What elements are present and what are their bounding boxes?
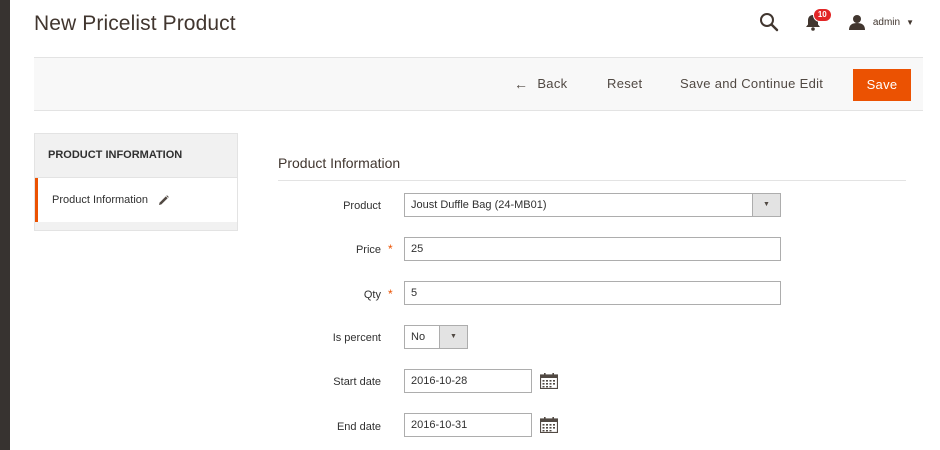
qty-input[interactable] bbox=[404, 281, 781, 305]
save-and-continue-button[interactable]: Save and Continue Edit bbox=[680, 58, 823, 110]
user-name: admin bbox=[872, 16, 901, 28]
start-date-input[interactable] bbox=[404, 369, 532, 393]
required-asterisk: * bbox=[388, 242, 393, 256]
back-button-label: Back bbox=[537, 76, 568, 91]
tabs-title: PRODUCT INFORMATION bbox=[35, 133, 237, 178]
end-date-label: End date bbox=[336, 421, 381, 433]
pencil-icon bbox=[159, 194, 169, 205]
search-icon[interactable] bbox=[759, 12, 779, 32]
tab-label: Product Information bbox=[52, 194, 148, 206]
section-title: Product Information bbox=[278, 155, 401, 171]
page-actions-toolbar: ← Back Reset Save and Continue Edit Save bbox=[34, 57, 923, 111]
chevron-down-icon: ▼ bbox=[439, 326, 467, 348]
user-menu[interactable]: admin ▼ bbox=[848, 14, 914, 30]
reset-button[interactable]: Reset bbox=[607, 58, 642, 110]
tabs-panel: PRODUCT INFORMATION Product Information bbox=[34, 133, 238, 231]
notifications-button[interactable]: 10 bbox=[805, 8, 832, 32]
product-label: Product bbox=[343, 200, 381, 212]
save-button[interactable]: Save bbox=[853, 69, 911, 101]
notification-count-badge: 10 bbox=[812, 8, 832, 22]
user-icon bbox=[848, 15, 865, 30]
product-select-value: Joust Duffle Bag (24-MB01) bbox=[411, 199, 547, 211]
chevron-down-icon: ▼ bbox=[906, 17, 914, 27]
qty-label: Qty bbox=[363, 289, 381, 301]
admin-sidebar-edge bbox=[0, 0, 10, 450]
header-actions: 10 admin ▼ bbox=[759, 8, 914, 34]
is-percent-select-value: No bbox=[411, 331, 426, 343]
calendar-icon[interactable] bbox=[540, 417, 558, 433]
is-percent-select[interactable]: No ▼ bbox=[404, 325, 468, 349]
section-divider bbox=[278, 180, 906, 181]
end-date-input[interactable] bbox=[404, 413, 532, 437]
chevron-down-icon: ▼ bbox=[752, 194, 780, 216]
arrow-left-icon: ← bbox=[514, 76, 529, 92]
back-button[interactable]: ← Back bbox=[514, 58, 567, 110]
price-input[interactable] bbox=[404, 237, 781, 261]
start-date-label: Start date bbox=[333, 376, 381, 388]
page-title: New Pricelist Product bbox=[34, 12, 236, 35]
price-label: Price bbox=[355, 244, 381, 256]
is-percent-label: Is percent bbox=[332, 332, 381, 344]
calendar-icon[interactable] bbox=[540, 373, 558, 389]
tab-product-information[interactable]: Product Information bbox=[35, 178, 237, 222]
required-asterisk: * bbox=[388, 287, 393, 301]
product-select[interactable]: Joust Duffle Bag (24-MB01) ▼ bbox=[404, 193, 781, 217]
